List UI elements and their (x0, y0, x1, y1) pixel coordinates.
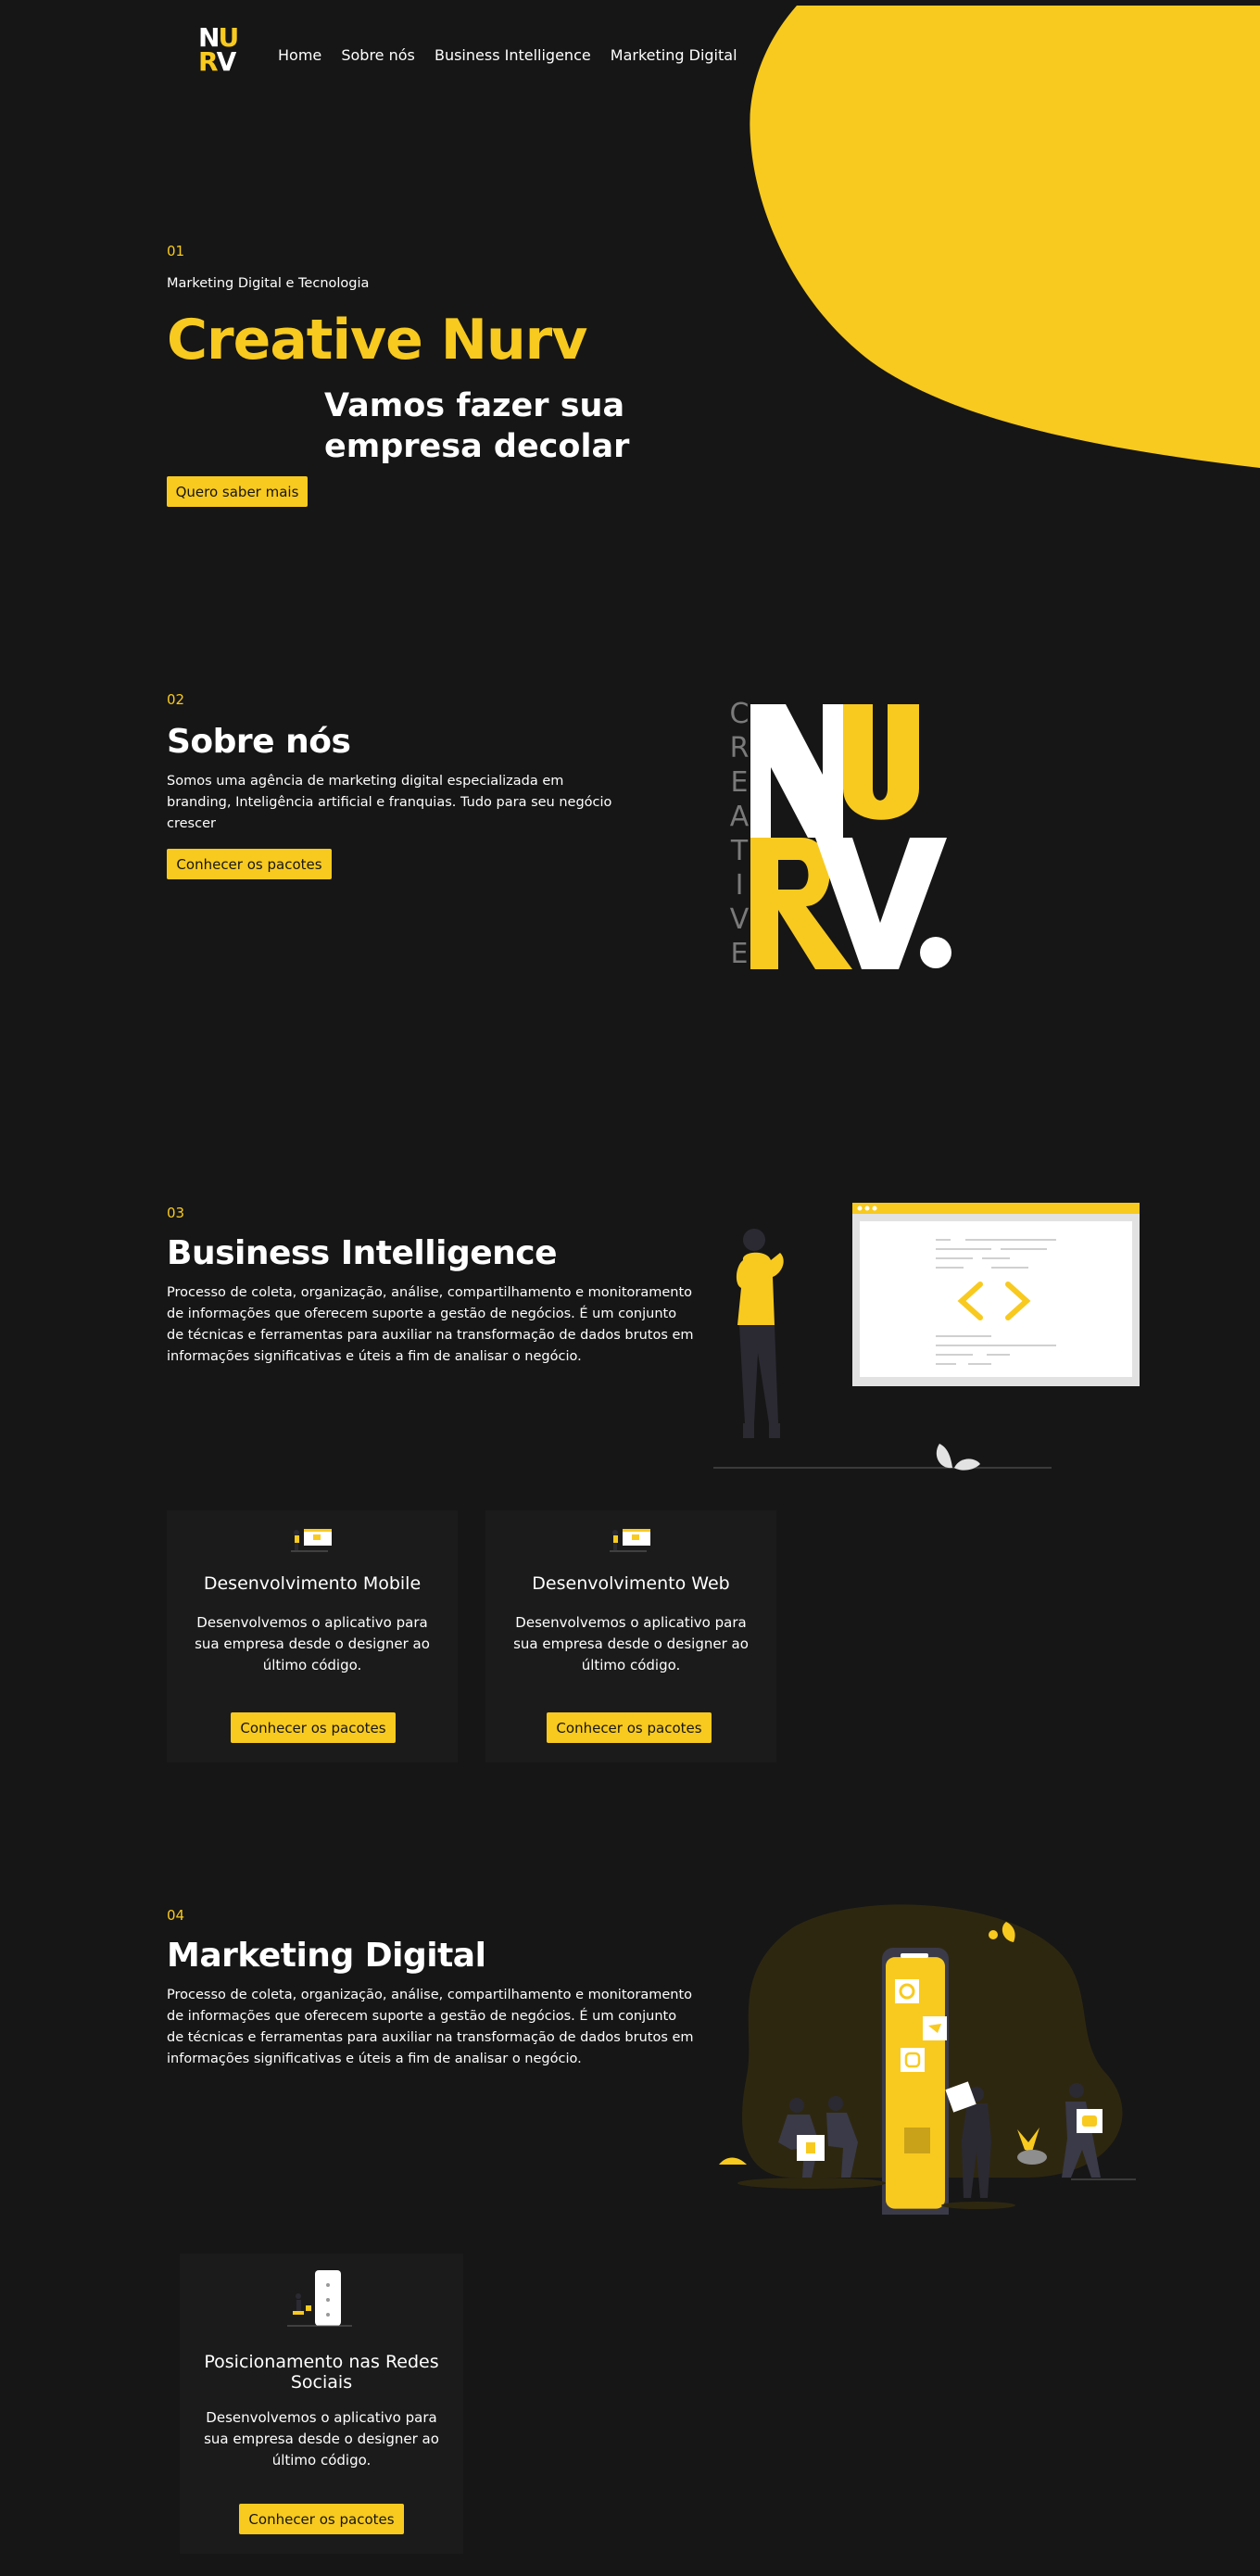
twitter-icon (923, 2016, 947, 2040)
card-web: Desenvolvimento Web Desenvolvemos o apli… (485, 1510, 776, 1762)
nav-sobre[interactable]: Sobre nós (341, 46, 415, 64)
bi-illustration (713, 1203, 1140, 1471)
about-title: Sobre nós (167, 723, 351, 761)
marketing-text: Processo de coleta, organização, análise… (167, 1988, 694, 2066)
hero-subtitle-line2: empresa decolar (324, 428, 630, 465)
brand-mark (750, 704, 951, 969)
hero-title: Creative Nurv (167, 308, 587, 373)
nav-bi[interactable]: Business Intelligence (435, 46, 591, 64)
card-web-button[interactable]: Conhecer os pacotes (547, 1712, 712, 1743)
hero-subtitle: Vamos fazer sua empresa decolar (324, 385, 629, 467)
card-mobile-button[interactable]: Conhecer os pacotes (231, 1712, 396, 1743)
marketing-number: 04 (167, 1907, 185, 1924)
brand-vertical-word: C R E A T I V E (728, 697, 750, 971)
marketing-title: Marketing Digital (167, 1937, 486, 1975)
facebook-icon (797, 2135, 825, 2161)
about-packages-button[interactable]: Conhecer os pacotes (167, 849, 332, 879)
brand-letter: V (729, 903, 750, 936)
brand-letter: E (730, 938, 749, 970)
youtube-icon (1077, 2109, 1102, 2133)
main-nav: Home Sobre nós Business Intelligence Mar… (278, 46, 752, 64)
logo-r: R (198, 46, 219, 77)
card-social-text: Desenvolvemos o aplicativo para sua empr… (204, 2409, 439, 2469)
card-social-button[interactable]: Conhecer os pacotes (239, 2504, 404, 2534)
bi-text: Processo de coleta, organização, análise… (167, 1285, 694, 1364)
bi-number: 03 (167, 1205, 185, 1221)
brand-letter: R (729, 732, 750, 764)
card-mobile-title: Desenvolvimento Mobile (203, 1573, 422, 1594)
social-illustration-icon (287, 2270, 352, 2327)
hero-yellow-blob (750, 6, 1260, 468)
card-web-title: Desenvolvimento Web (532, 1573, 730, 1594)
card-social: Posicionamento nas Redes Sociais Desenvo… (180, 2254, 463, 2554)
mobile-illustration-icon (291, 1529, 332, 1552)
about-number: 02 (167, 691, 185, 708)
about-text: Somos uma agência de marketing digital e… (167, 774, 612, 831)
logo-v: V (216, 46, 237, 77)
brand-letter: E (730, 766, 749, 799)
nav-home[interactable]: Home (278, 46, 321, 64)
hero-subtitle-line1: Vamos fazer sua (324, 387, 625, 424)
card-social-title: Posicionamento nas Redes Sociais (204, 2352, 439, 2393)
brand-letter: I (735, 869, 744, 902)
pinterest-icon (895, 1979, 919, 2003)
marketing-illustration (719, 1904, 1136, 2215)
hero-number: 01 (167, 243, 185, 259)
bi-title: Business Intelligence (167, 1234, 558, 1272)
instagram-icon (901, 2048, 925, 2072)
brand-letter: A (729, 801, 750, 833)
card-mobile-text: Desenvolvemos o aplicativo para sua empr… (195, 1614, 430, 1673)
logo[interactable]: NU RV (198, 25, 245, 78)
hero-eyebrow: Marketing Digital e Tecnologia (167, 276, 370, 291)
brand-letter: C (729, 698, 750, 730)
brand-letter: T (730, 835, 749, 867)
card-web-text: Desenvolvemos o aplicativo para sua empr… (513, 1614, 749, 1673)
nav-marketing[interactable]: Marketing Digital (611, 46, 737, 64)
card-mobile: Desenvolvimento Mobile Desenvolvemos o a… (167, 1510, 458, 1762)
web-illustration-icon (610, 1529, 650, 1552)
hero-cta-button[interactable]: Quero saber mais (167, 476, 308, 507)
